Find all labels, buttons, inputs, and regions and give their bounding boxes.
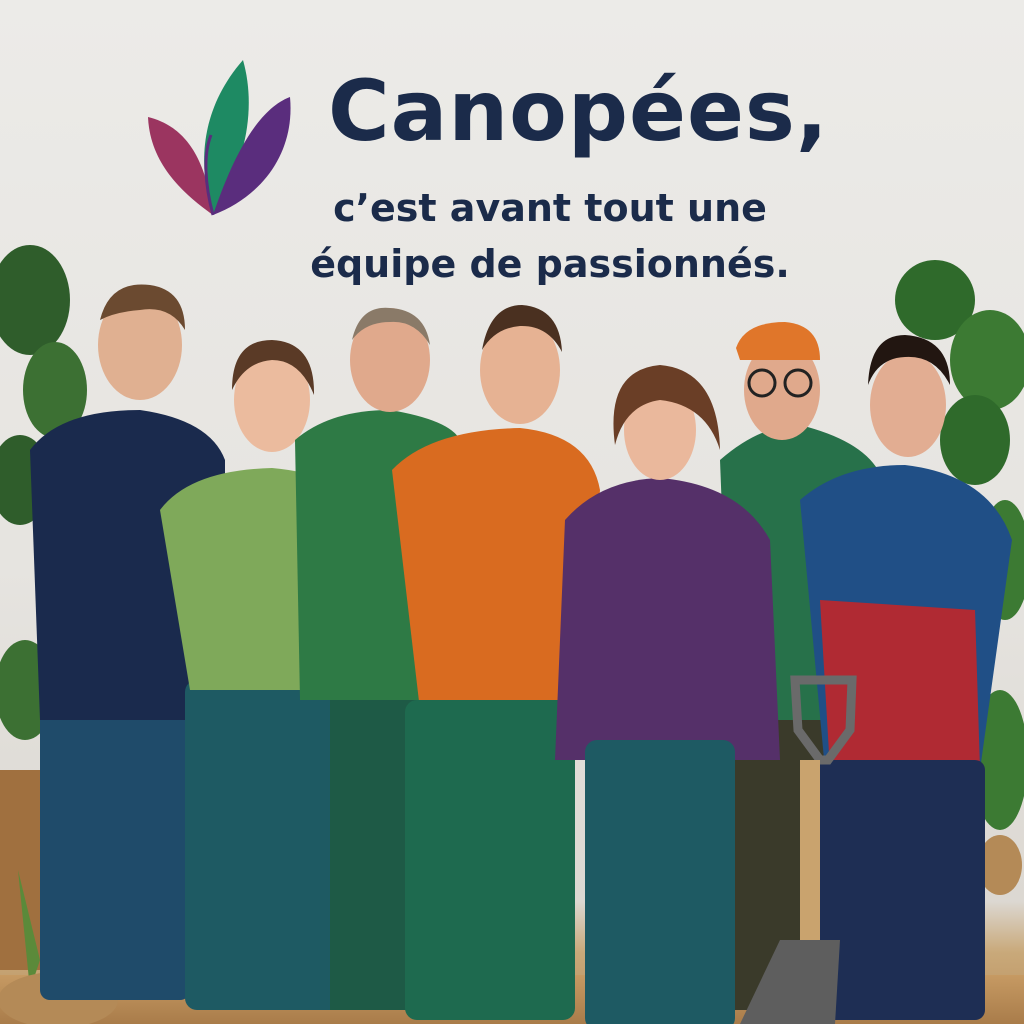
team-photo [0, 245, 1024, 1024]
brand-title: Canopées, [328, 62, 829, 160]
leaf-logo-icon [148, 60, 291, 216]
tagline-line-1: c’est avant tout une [333, 186, 767, 230]
